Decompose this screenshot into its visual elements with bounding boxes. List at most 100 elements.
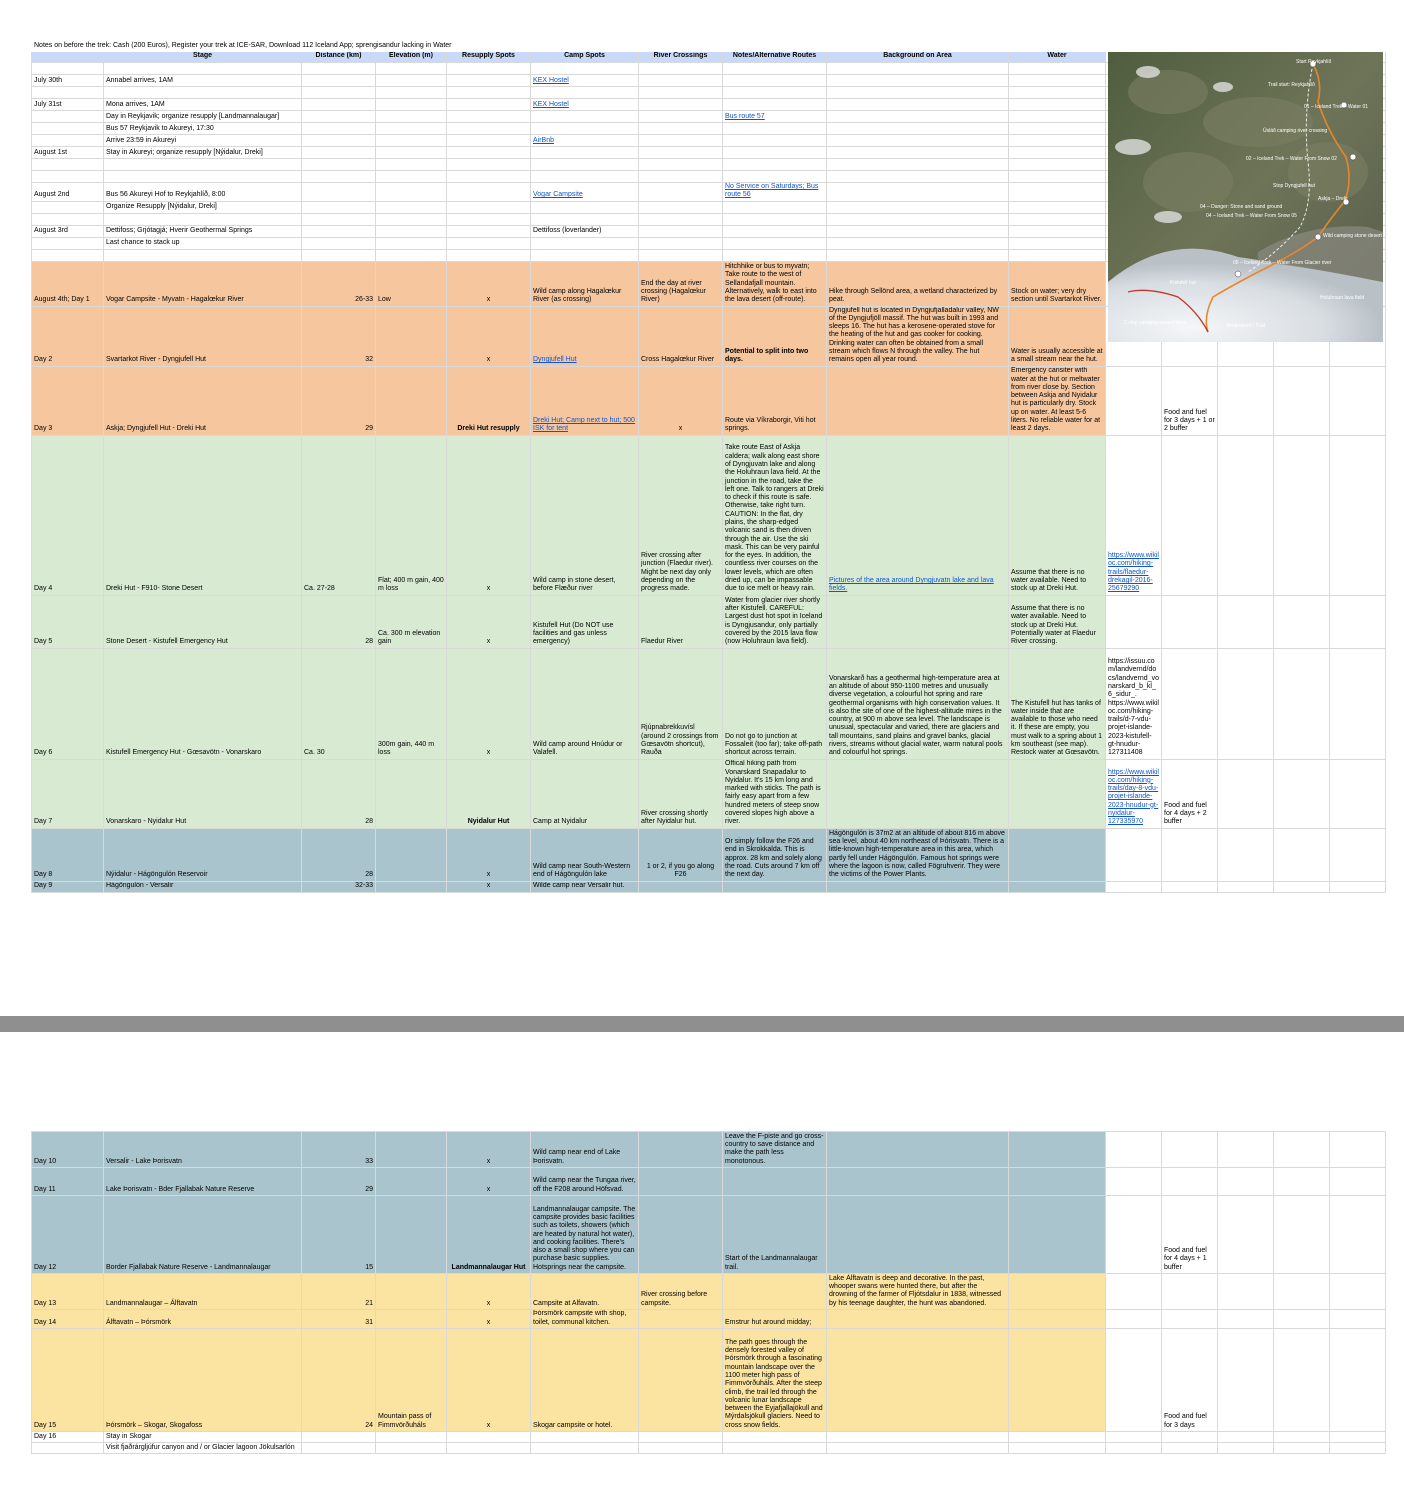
cell-elevation[interactable]: Flat; 400 m gain, 400 m loss xyxy=(375,434,447,596)
cell-date[interactable]: July 30th xyxy=(31,74,104,87)
cell-resupply[interactable]: x xyxy=(446,1131,531,1168)
cell-river[interactable]: x xyxy=(638,365,723,436)
cell-distance[interactable]: 26-33 xyxy=(301,260,376,307)
cell-stage[interactable]: Lake Þorisvatn - Bder Fjallabak Nature R… xyxy=(103,1167,302,1196)
cell-resupply[interactable]: x xyxy=(446,434,531,596)
cell-date[interactable]: Day 14 xyxy=(31,1309,104,1329)
cell-camp[interactable]: Wild camp in stone desert, before Flæður… xyxy=(530,434,639,596)
cell-food[interactable]: Food and fuel for 4 days + 2 buffer xyxy=(1161,758,1218,829)
cell-camp[interactable]: Wilde camp near Versalir hut. xyxy=(530,880,639,893)
cell-date[interactable]: Day 4 xyxy=(31,434,104,596)
cell-resupply[interactable]: Dreki Hut resupply xyxy=(446,365,531,436)
cell-river[interactable]: 1 or 2, if you go along F26 xyxy=(638,827,723,882)
cell-camp[interactable]: Camp at Nyidalur xyxy=(530,758,639,829)
header-cell-date[interactable] xyxy=(31,51,104,63)
cell-resupply[interactable]: x xyxy=(446,1309,531,1329)
header-cell-stage[interactable]: Stage xyxy=(103,51,302,63)
cell-stage[interactable]: Bus 56 Akureyi Hof to Reykjahlíð, 8:00 xyxy=(103,182,302,202)
cell-notes[interactable]: Emstrur hut around midday; xyxy=(722,1309,827,1329)
bus-route-57-link[interactable]: Bus route 57 xyxy=(725,113,765,120)
cell-resupply[interactable]: x xyxy=(446,1328,531,1432)
cell-stage[interactable]: Svartarkot River - Dyngjufell Hut xyxy=(103,305,302,367)
cell-resupply[interactable]: x xyxy=(446,827,531,882)
cell-distance[interactable]: Ca. 30 xyxy=(301,647,376,760)
cell-distance[interactable]: 32 xyxy=(301,305,376,367)
cell-notes[interactable]: Start of the Landmannalaugar trail. xyxy=(722,1195,827,1274)
cell-stage[interactable]: Þórsmörk – Skogar, Skogafoss xyxy=(103,1328,302,1432)
cell-elevation[interactable]: 300m gain, 440 m loss xyxy=(375,647,447,760)
cell-water[interactable]: Emergency cansiter with water at the hut… xyxy=(1008,365,1106,436)
cell-camp-link[interactable]: Dreki Hut; Camp next to hut; 500 ISK for… xyxy=(530,365,639,436)
cell-stage[interactable]: Vogar Campsite - Myvatn - Hagalœkur Rive… xyxy=(103,260,302,307)
cell-stage[interactable]: Stay in Skogar xyxy=(103,1431,302,1443)
cell-stage[interactable]: Day in Reykjavik; organize resupply [Lan… xyxy=(103,110,302,123)
cell-river[interactable]: End the day at river crossing (Hagalœkur… xyxy=(638,260,723,307)
header-cell-river[interactable]: River Crossings xyxy=(638,51,723,63)
cell-food[interactable]: Food and fuel for 3 days + 1 or 2 buffer xyxy=(1161,365,1218,436)
cell-camp-link[interactable]: KEX Hostel xyxy=(530,74,639,87)
cell-camp[interactable]: Landmannalaugar campsite. The campsite p… xyxy=(530,1195,639,1274)
cell-resupply[interactable]: x xyxy=(446,880,531,893)
cell-stage[interactable]: Nýidalur - Hágöngulón Reservoir xyxy=(103,827,302,882)
cell-river[interactable]: River crossing shortly after Nyidalur hu… xyxy=(638,758,723,829)
cell-water[interactable]: Assume that there is no water available.… xyxy=(1008,594,1106,649)
cell-notes[interactable]: Potential to split into two days. xyxy=(722,305,827,367)
cell-elevation[interactable]: Ca. 300 m elevation gain xyxy=(375,594,447,649)
cell-river[interactable]: Flaedur River xyxy=(638,594,723,649)
cell-water[interactable]: The Kistufell hut has tanks of water ins… xyxy=(1008,647,1106,760)
cell-stage[interactable]: Versalir - Lake Þorisvatn xyxy=(103,1131,302,1168)
cell-stage[interactable]: Visit fjaðrárgljúfur canyon and / or Gla… xyxy=(103,1442,302,1454)
cell-elevation[interactable]: Low xyxy=(375,260,447,307)
cell-notes[interactable]: Leave the F-piste and go cross-country t… xyxy=(722,1131,827,1168)
dyngjuvatn-pictures-link[interactable]: Pictures of the area around Dyngjuvatn l… xyxy=(829,577,994,592)
cell-distance[interactable]: 21 xyxy=(301,1273,376,1310)
cell-stage[interactable]: Hágöngulón - Versalir xyxy=(103,880,302,893)
wikiloc-nyidalur-link[interactable]: https://www.wikiloc.com/hiking-trails/da… xyxy=(1108,769,1159,826)
cell-camp-link[interactable]: KEX Hostel xyxy=(530,98,639,111)
cell-distance[interactable]: 24 xyxy=(301,1328,376,1432)
cell-background[interactable]: Hágöngulón is 37m2 at an altitude of abo… xyxy=(826,827,1009,882)
cell-date[interactable]: Day 12 xyxy=(31,1195,104,1274)
route-map[interactable]: Start Reykjahlíð Trail start: Reykjahlíð… xyxy=(1108,52,1383,342)
cell-camp[interactable]: Wild camp around Hnúdur or Valafell. xyxy=(530,647,639,760)
cell-river[interactable]: Cross Hagalœkur River xyxy=(638,305,723,367)
cell-distance[interactable]: 28 xyxy=(301,827,376,882)
bus-route-56-link[interactable]: No Service on Saturdays; Bus route 56 xyxy=(725,183,818,198)
cell-date[interactable]: August 2nd xyxy=(31,182,104,202)
cell-distance[interactable]: 33 xyxy=(301,1131,376,1168)
cell-date[interactable]: Day 10 xyxy=(31,1131,104,1168)
cell-stage[interactable]: Kistufell Emergency Hut - Gœsavötn - Von… xyxy=(103,647,302,760)
cell-date[interactable]: Day 5 xyxy=(31,594,104,649)
cell-notes[interactable]: Offical hiking path from Vonarskard Snap… xyxy=(722,758,827,829)
airbnb-link[interactable]: AirBnb xyxy=(533,137,554,144)
header-cell-notes[interactable]: Notes/Alternative Routes xyxy=(722,51,827,63)
cell-river[interactable]: River crossing after junction (Flaedur r… xyxy=(638,434,723,596)
cell-camp[interactable]: Dettifoss (loverlander) xyxy=(530,224,639,238)
cell-stage[interactable]: Álftavatn – Þórsmörk xyxy=(103,1309,302,1329)
cell-stage[interactable]: Landmannalaugar – Álftavatn xyxy=(103,1273,302,1310)
cell-stage[interactable]: Vonarskaro - Nyidalur Hut xyxy=(103,758,302,829)
cell-date[interactable]: Day 9 xyxy=(31,880,104,893)
kex-hostel-link[interactable]: KEX Hostel xyxy=(533,77,569,84)
cell-resupply[interactable]: x xyxy=(446,647,531,760)
cell-resupply[interactable]: Landmannalaugar Hut xyxy=(446,1195,531,1274)
cell-stage[interactable]: Border Fjallabak Nature Reserve - Landma… xyxy=(103,1195,302,1274)
cell-notes-link[interactable]: No Service on Saturdays; Bus route 56 xyxy=(722,182,827,202)
header-cell-camp[interactable]: Camp Spots xyxy=(530,51,639,63)
cell-date[interactable]: Day 13 xyxy=(31,1273,104,1310)
cell-notes[interactable]: Do not go to junction at Fossaleit (too … xyxy=(722,647,827,760)
cell-water[interactable]: Water is usually accessible at a small s… xyxy=(1008,305,1106,367)
cell-link[interactable]: https://www.wikiloc.com/hiking-trails/fl… xyxy=(1105,434,1162,596)
cell-notes[interactable]: Route via Víkraborgir, Viti hot springs. xyxy=(722,365,827,436)
cell-date[interactable]: Day 16 xyxy=(31,1431,104,1443)
cell-camp[interactable]: Þórsmörk campsite with shop, toilet, com… xyxy=(530,1309,639,1329)
cell-stage[interactable]: Stay in Akureyi; organize resupply [Nýid… xyxy=(103,146,302,159)
cell-water[interactable]: Stock on water; very dry section until S… xyxy=(1008,260,1106,307)
cell-water[interactable]: Assume that there is no water available.… xyxy=(1008,434,1106,596)
cell-distance[interactable]: 29 xyxy=(301,1167,376,1196)
cell-notes[interactable]: Take route East of Askja caldera; walk a… xyxy=(722,434,827,596)
cell-notes[interactable]: Water from glacier river shortly after K… xyxy=(722,594,827,649)
cell-stage[interactable]: Last chance to stack up xyxy=(103,236,302,250)
cell-resupply[interactable]: x xyxy=(446,594,531,649)
cell-background[interactable]: Lake Álftavatn is deep and decorative. I… xyxy=(826,1273,1009,1310)
